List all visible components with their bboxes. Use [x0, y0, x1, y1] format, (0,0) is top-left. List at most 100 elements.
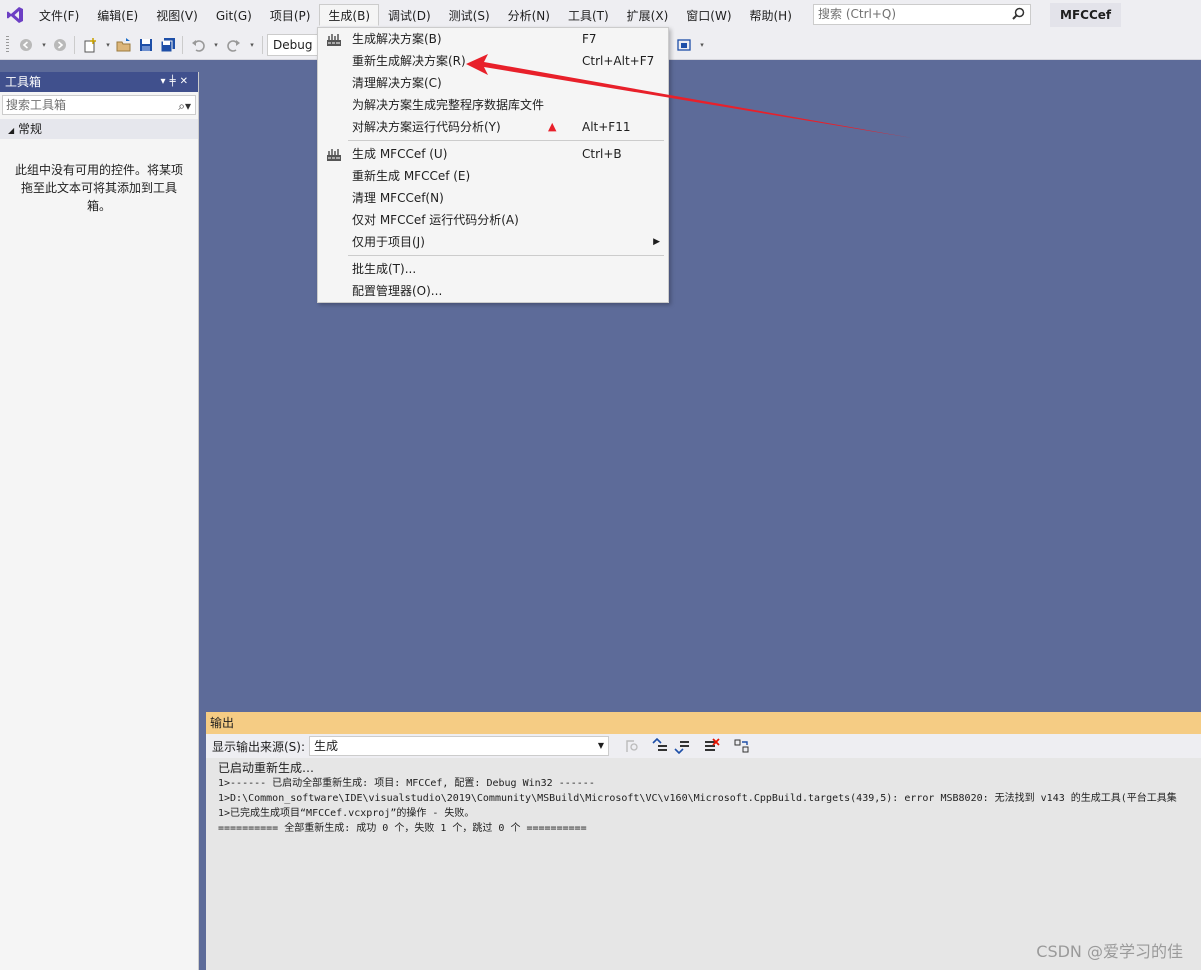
previous-message-icon[interactable] [652, 737, 668, 754]
build-icon [326, 146, 342, 162]
menu-item-clean-solution[interactable]: 清理解决方案(C) [318, 72, 668, 94]
find-message-icon[interactable] [624, 738, 640, 754]
menu-item-label: 为解决方案生成完整程序数据库文件 [352, 98, 545, 112]
quick-search-input[interactable]: 搜索 (Ctrl+Q) [813, 4, 1031, 25]
search-icon [1012, 7, 1025, 26]
window-layout-icon[interactable] [676, 37, 692, 53]
toolbar-separator [262, 36, 263, 54]
menu-test[interactable]: 测试(S) [440, 4, 499, 26]
save-all-icon[interactable] [160, 37, 176, 53]
menu-project[interactable]: 项目(P) [261, 4, 320, 26]
menu-item-label: 清理 MFCCef(N) [352, 191, 444, 205]
menu-item-batch-build[interactable]: 批生成(T)... [318, 258, 668, 280]
menu-item-shortcut: Alt+F11 [582, 120, 631, 134]
solution-name-badge[interactable]: MFCCef [1050, 3, 1122, 27]
chevron-down-icon[interactable]: ▾ [36, 37, 52, 53]
toolbox-search-placeholder: 搜索工具箱 [6, 98, 67, 112]
output-title: 输出 [210, 716, 235, 730]
output-pane: 输出 显示输出来源(S): 生成 ▼ 已启动重新生成… 1>------ 已启动全… [206, 712, 1201, 970]
close-icon[interactable]: ✕ [180, 76, 192, 87]
chevron-down-icon[interactable]: ▾ [244, 37, 260, 53]
menu-build[interactable]: 生成(B) [319, 4, 380, 26]
toolbox-group-general[interactable]: ◢ 常规 [0, 119, 198, 139]
chevron-down-icon[interactable]: ▾ [694, 37, 710, 53]
redo-icon[interactable] [226, 37, 242, 53]
search-icon[interactable]: ⌕▾ [178, 97, 191, 115]
menu-extensions[interactable]: 扩展(X) [618, 4, 678, 26]
chevron-down-icon: ▼ [597, 741, 604, 750]
chevron-down-icon[interactable]: ▾ [100, 37, 116, 53]
menu-file[interactable]: 文件(F) [30, 4, 88, 26]
menu-item-label: 生成 MFCCef (U) [352, 147, 448, 161]
output-line: 1>D:\Common_software\IDE\visualstudio\20… [218, 793, 1177, 804]
menu-view[interactable]: 视图(V) [147, 4, 207, 26]
menu-item-clean-project[interactable]: 清理 MFCCef(N) [318, 187, 668, 209]
open-folder-icon[interactable] [116, 37, 132, 53]
menu-item-label: 批生成(T)... [352, 262, 417, 276]
build-icon [326, 31, 342, 47]
toolbox-panel: 工具箱 ▾╪✕ 搜索工具箱 ⌕▾ ◢ 常规 此组中没有可用的控件。将某项拖至此文… [0, 72, 199, 970]
toolbar-grip[interactable] [6, 36, 9, 54]
menu-item-build-solution[interactable]: 生成解决方案(B) F7 [318, 28, 668, 50]
output-line: 1>已完成生成项目“MFCCef.vcxproj”的操作 - 失败。 [218, 808, 475, 819]
visual-studio-logo-icon[interactable] [0, 0, 30, 30]
menu-bar: 文件(F) 编辑(E) 视图(V) Git(G) 项目(P) 生成(B) 调试(… [0, 0, 1201, 30]
quick-search-placeholder: 搜索 (Ctrl+Q) [818, 7, 897, 21]
submenu-arrow-icon: ▶ [653, 237, 660, 247]
menu-tools[interactable]: 工具(T) [559, 4, 618, 26]
menu-item-full-pdb[interactable]: 为解决方案生成完整程序数据库文件 [318, 94, 668, 116]
menu-item-shortcut: Ctrl+B [582, 147, 622, 161]
output-source-label: 显示输出来源(S): [212, 740, 306, 754]
next-message-icon[interactable] [674, 738, 690, 755]
menu-window[interactable]: 窗口(W) [677, 4, 740, 26]
menu-item-label: 对解决方案运行代码分析(Y) [352, 120, 501, 134]
output-line: ========== 全部重新生成: 成功 0 个，失败 1 个，跳过 0 个 … [218, 823, 587, 834]
menu-edit[interactable]: 编辑(E) [88, 4, 147, 26]
clear-all-icon[interactable] [704, 738, 720, 754]
undo-icon[interactable] [190, 37, 206, 53]
menu-item-rebuild-project[interactable]: 重新生成 MFCCef (E) [318, 165, 668, 187]
output-line: 1>------ 已启动全部重新生成: 项目: MFCCef, 配置: Debu… [218, 778, 595, 789]
output-line: 已启动重新生成… [218, 761, 315, 775]
output-source-value: 生成 [314, 739, 339, 753]
menu-item-label: 重新生成 MFCCef (E) [352, 169, 471, 183]
menu-analyze[interactable]: 分析(N) [499, 4, 559, 26]
menu-item-shortcut: Ctrl+Alt+F7 [582, 54, 655, 68]
menu-help[interactable]: 帮助(H) [741, 4, 801, 26]
menu-item-label: 仅对 MFCCef 运行代码分析(A) [352, 213, 519, 227]
menu-item-label: 重新生成解决方案(R) [352, 54, 466, 68]
menu-item-rebuild-solution[interactable]: 重新生成解决方案(R) Ctrl+Alt+F7 [318, 50, 668, 72]
output-header: 输出 [206, 712, 1201, 734]
menu-item-label: 清理解决方案(C) [352, 76, 442, 90]
output-source-select[interactable]: 生成 ▼ [309, 736, 609, 756]
menu-item-label: 配置管理器(O)... [352, 284, 443, 298]
menu-debug[interactable]: 调试(D) [379, 4, 440, 26]
menu-item-project-only[interactable]: 仅用于项目(J) ▶ [318, 231, 668, 253]
toolbar-separator [74, 36, 75, 54]
menu-item-shortcut: F7 [582, 32, 597, 46]
chevron-down-icon[interactable]: ▾ [161, 76, 170, 87]
save-icon[interactable] [138, 37, 154, 53]
menu-separator [348, 140, 664, 141]
toolbox-search-input[interactable]: 搜索工具箱 ⌕▾ [2, 95, 196, 115]
warning-triangle-icon: ▲ [548, 120, 557, 133]
navigate-back-icon[interactable] [18, 37, 34, 53]
menu-separator [348, 255, 664, 256]
navigate-forward-icon[interactable] [52, 37, 68, 53]
watermark: CSDN @爱学习的佳 [1036, 942, 1183, 961]
menu-git[interactable]: Git(G) [207, 4, 261, 26]
toggle-word-wrap-icon[interactable] [734, 738, 750, 754]
menu-item-configuration-manager[interactable]: 配置管理器(O)... [318, 280, 668, 302]
menu-item-run-code-analysis-solution[interactable]: 对解决方案运行代码分析(Y) ▲ Alt+F11 [318, 116, 668, 138]
toolbar-separator [182, 36, 183, 54]
collapse-triangle-icon: ◢ [8, 126, 15, 135]
menu-item-build-project[interactable]: 生成 MFCCef (U) Ctrl+B [318, 143, 668, 165]
toolbox-header: 工具箱 ▾╪✕ [0, 72, 198, 92]
new-project-icon[interactable] [82, 37, 98, 53]
pin-icon[interactable]: ╪ [170, 76, 180, 87]
menu-item-label: 生成解决方案(B) [352, 32, 442, 46]
build-menu-dropdown: 生成解决方案(B) F7 重新生成解决方案(R) Ctrl+Alt+F7 清理解… [317, 27, 669, 303]
menu-item-code-analysis-project[interactable]: 仅对 MFCCef 运行代码分析(A) [318, 209, 668, 231]
toolbox-title: 工具箱 [5, 75, 42, 89]
chevron-down-icon[interactable]: ▾ [208, 37, 224, 53]
